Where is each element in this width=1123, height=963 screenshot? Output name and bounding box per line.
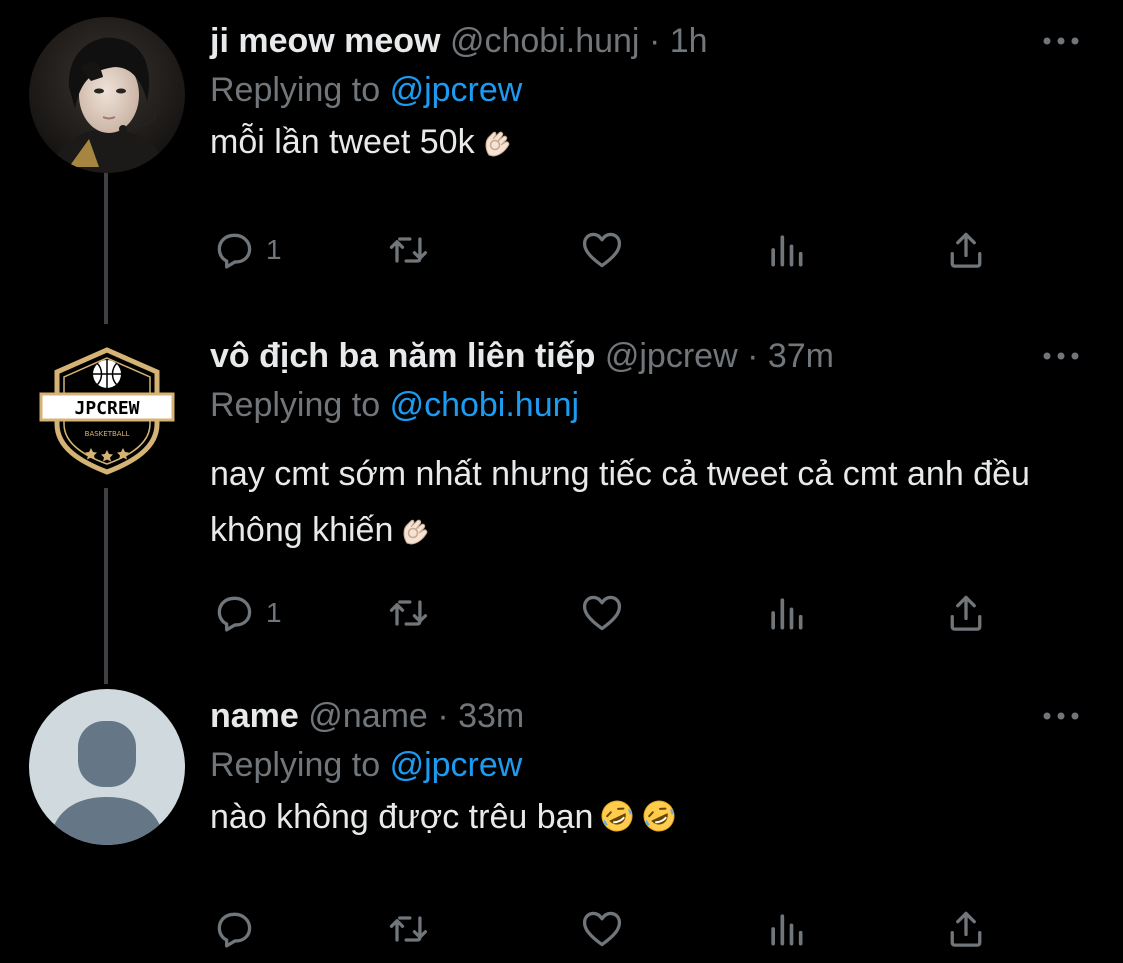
avatar[interactable]: JPCREW BASKETBALL xyxy=(29,332,185,488)
replying-label: Replying to xyxy=(210,386,381,424)
views-button[interactable] xyxy=(764,225,808,275)
like-button[interactable] xyxy=(580,588,624,638)
replying-to: Replying to @jpcrew xyxy=(210,67,522,113)
retweet-icon xyxy=(389,916,428,942)
reply-count: 1 xyxy=(266,597,282,628)
ok-hand-emoji xyxy=(481,123,515,173)
tweet-actions: 1 xyxy=(210,225,1010,275)
tweet-text: mỗi lần tweet 50k xyxy=(210,117,1100,173)
display-name[interactable]: name xyxy=(210,697,299,735)
views-button[interactable] xyxy=(764,904,808,954)
more-icon[interactable] xyxy=(1041,31,1081,51)
reply-button[interactable]: 1 xyxy=(212,225,282,275)
tweet-actions: 1 xyxy=(210,588,1010,638)
views-icon xyxy=(771,914,803,946)
share-icon xyxy=(950,232,982,268)
more-icon[interactable] xyxy=(1041,346,1081,366)
separator: · xyxy=(648,22,661,60)
user-photo xyxy=(29,17,185,173)
mention-link[interactable]: @jpcrew xyxy=(390,746,523,784)
thread-line-1 xyxy=(104,172,108,324)
handle[interactable]: @name xyxy=(308,697,428,735)
views-icon xyxy=(771,598,803,630)
share-button[interactable] xyxy=(944,225,988,275)
share-icon xyxy=(950,911,982,947)
tweet-actions xyxy=(210,904,1010,954)
mention-link[interactable]: @jpcrew xyxy=(390,71,523,109)
rofl-emoji xyxy=(641,798,677,848)
thread-line-2 xyxy=(104,488,108,684)
display-name[interactable]: ji meow meow xyxy=(210,22,441,60)
tweet-header: ji meow meow @chobi.hunj · 1h xyxy=(210,17,708,65)
like-icon xyxy=(582,595,622,631)
like-icon xyxy=(582,232,622,268)
tweet-header: vô địch ba năm liên tiếp @jpcrew · 37m xyxy=(210,332,834,380)
views-icon xyxy=(771,235,803,267)
separator: · xyxy=(747,337,759,375)
like-icon xyxy=(582,911,622,947)
default-avatar-icon xyxy=(29,689,185,845)
handle[interactable]: @jpcrew xyxy=(605,337,738,375)
share-button[interactable] xyxy=(944,904,988,954)
more-icon[interactable] xyxy=(1041,706,1081,726)
retweet-button[interactable] xyxy=(386,225,430,275)
views-button[interactable] xyxy=(764,588,808,638)
reply-icon xyxy=(217,233,252,269)
like-button[interactable] xyxy=(580,225,624,275)
display-name[interactable]: vô địch ba năm liên tiếp xyxy=(210,337,595,375)
reply-icon xyxy=(217,912,252,948)
handle[interactable]: @chobi.hunj xyxy=(450,22,640,60)
timestamp[interactable]: 1h xyxy=(670,22,708,60)
logo-wordmark: JPCREW xyxy=(74,398,139,419)
replying-label: Replying to xyxy=(210,71,381,109)
tweet-body: mỗi lần tweet 50k xyxy=(210,123,475,161)
rofl-emoji xyxy=(599,798,635,848)
tweet-body: nay cmt sớm nhất nhưng tiếc cả tweet cả … xyxy=(210,455,1030,549)
retweet-button[interactable] xyxy=(386,904,430,954)
avatar[interactable] xyxy=(29,17,185,173)
retweet-icon xyxy=(389,237,428,263)
timestamp[interactable]: 33m xyxy=(458,697,524,735)
reply-button[interactable]: 1 xyxy=(212,588,282,638)
replying-label: Replying to xyxy=(210,746,381,784)
reply-icon xyxy=(217,596,252,632)
replying-to: Replying to @chobi.hunj xyxy=(210,382,579,428)
separator: · xyxy=(437,697,449,735)
tweet-body: nào không được trêu bạn xyxy=(210,798,594,836)
logo-subtext: BASKETBALL xyxy=(85,430,130,438)
ok-hand-emoji xyxy=(399,508,433,564)
tweet-text: nào không được trêu bạn xyxy=(210,792,1100,848)
reply-button[interactable] xyxy=(212,904,266,954)
tweet-text: nay cmt sớm nhất nhưng tiếc cả tweet cả … xyxy=(210,446,1100,564)
timestamp[interactable]: 37m xyxy=(768,337,834,375)
mention-link[interactable]: @chobi.hunj xyxy=(390,386,580,424)
like-button[interactable] xyxy=(580,904,624,954)
share-button[interactable] xyxy=(944,588,988,638)
reply-count: 1 xyxy=(266,234,282,265)
replying-to: Replying to @jpcrew xyxy=(210,742,522,788)
retweet-button[interactable] xyxy=(386,588,430,638)
retweet-icon xyxy=(389,600,428,626)
tweet-header: name @name · 33m xyxy=(210,692,524,740)
avatar[interactable] xyxy=(29,689,185,845)
jpcrew-logo: JPCREW BASKETBALL xyxy=(29,332,185,488)
share-icon xyxy=(950,595,982,631)
